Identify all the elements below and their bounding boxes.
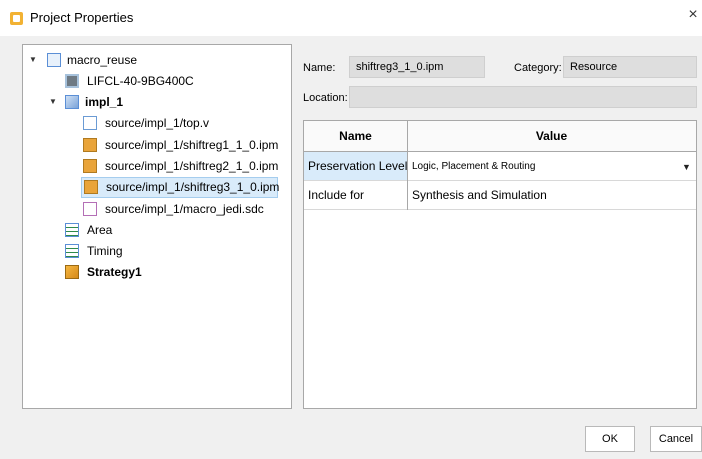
tree-item-label: source/impl_1/shiftreg1_1_0.ipm (105, 138, 279, 152)
project-tree[interactable]: ▼ macro_reuse LIFCL-40-9BG400C ▼ impl_1 … (22, 44, 292, 409)
chip-icon (65, 74, 79, 88)
tree-item-file[interactable]: source/impl_1/macro_jedi.sdc (83, 199, 283, 219)
tree-item-label: Area (87, 223, 113, 237)
property-value-cell[interactable]: Synthesis and Simulation (408, 181, 696, 210)
tree-item-timing[interactable]: Timing (65, 241, 265, 261)
tree-item-label: source/impl_1/shiftreg2_1_0.ipm (105, 159, 279, 173)
property-value-dropdown[interactable]: Logic, Placement & Routing (408, 152, 696, 181)
property-name-cell[interactable]: Preservation Level (304, 152, 407, 181)
implementation-icon (65, 95, 79, 109)
title-bar: Project Properties × (0, 0, 702, 36)
project-icon (47, 53, 61, 67)
timing-icon (65, 244, 79, 258)
tree-item-file-selected[interactable]: source/impl_1/shiftreg3_1_0.ipm (81, 177, 280, 198)
collapse-arrow-icon[interactable]: ▼ (49, 92, 57, 112)
strategy-icon (65, 265, 79, 279)
sdc-file-icon (83, 202, 97, 216)
tree-item-file[interactable]: source/impl_1/shiftreg2_1_0.ipm (83, 156, 283, 176)
area-icon (65, 223, 79, 237)
column-header-value[interactable]: Value (407, 121, 696, 152)
tree-item-label: source/impl_1/shiftreg3_1_0.ipm (106, 180, 280, 194)
column-header-name[interactable]: Name (304, 121, 407, 152)
tree-item-label: Timing (87, 244, 123, 258)
property-grid[interactable]: Name Value Preservation Level Logic, Pla… (303, 120, 697, 409)
tree-item-label: LIFCL-40-9BG400C (87, 74, 194, 88)
tree-item-file[interactable]: source/impl_1/top.v (83, 113, 283, 133)
ipm-file-icon (83, 159, 97, 173)
ipm-file-icon (84, 180, 98, 194)
location-field[interactable] (349, 86, 697, 108)
tree-item-root[interactable]: ▼ macro_reuse (29, 50, 279, 70)
ok-button[interactable]: OK (585, 426, 635, 452)
close-icon[interactable]: × (684, 6, 702, 26)
name-label: Name: (303, 62, 336, 74)
tree-item-file[interactable]: source/impl_1/shiftreg1_1_0.ipm (83, 135, 283, 155)
tree-item-label: source/impl_1/macro_jedi.sdc (105, 202, 264, 216)
tree-item-device[interactable]: LIFCL-40-9BG400C (65, 71, 275, 91)
tree-item-label: impl_1 (85, 95, 124, 109)
window-title: Project Properties (30, 10, 134, 25)
chevron-down-icon[interactable]: ▼ (682, 162, 691, 172)
tree-item-label: macro_reuse (67, 53, 138, 67)
location-label: Location: (303, 92, 348, 104)
collapse-arrow-icon[interactable]: ▼ (29, 50, 37, 70)
tree-item-area[interactable]: Area (65, 220, 265, 240)
app-icon (10, 12, 23, 25)
verilog-file-icon (83, 116, 97, 130)
property-name-cell[interactable]: Include for (304, 181, 407, 210)
tree-item-label: Strategy1 (87, 265, 142, 279)
category-field[interactable]: Resource (563, 56, 697, 78)
name-field[interactable]: shiftreg3_1_0.ipm (349, 56, 485, 78)
tree-item-impl[interactable]: ▼ impl_1 (49, 92, 279, 112)
ipm-file-icon (83, 138, 97, 152)
cancel-button[interactable]: Cancel (650, 426, 702, 452)
dropdown-value: Logic, Placement & Routing (412, 161, 536, 172)
tree-item-strategy[interactable]: Strategy1 (65, 262, 265, 282)
tree-item-label: source/impl_1/top.v (105, 116, 210, 130)
category-label: Category: (514, 62, 562, 74)
